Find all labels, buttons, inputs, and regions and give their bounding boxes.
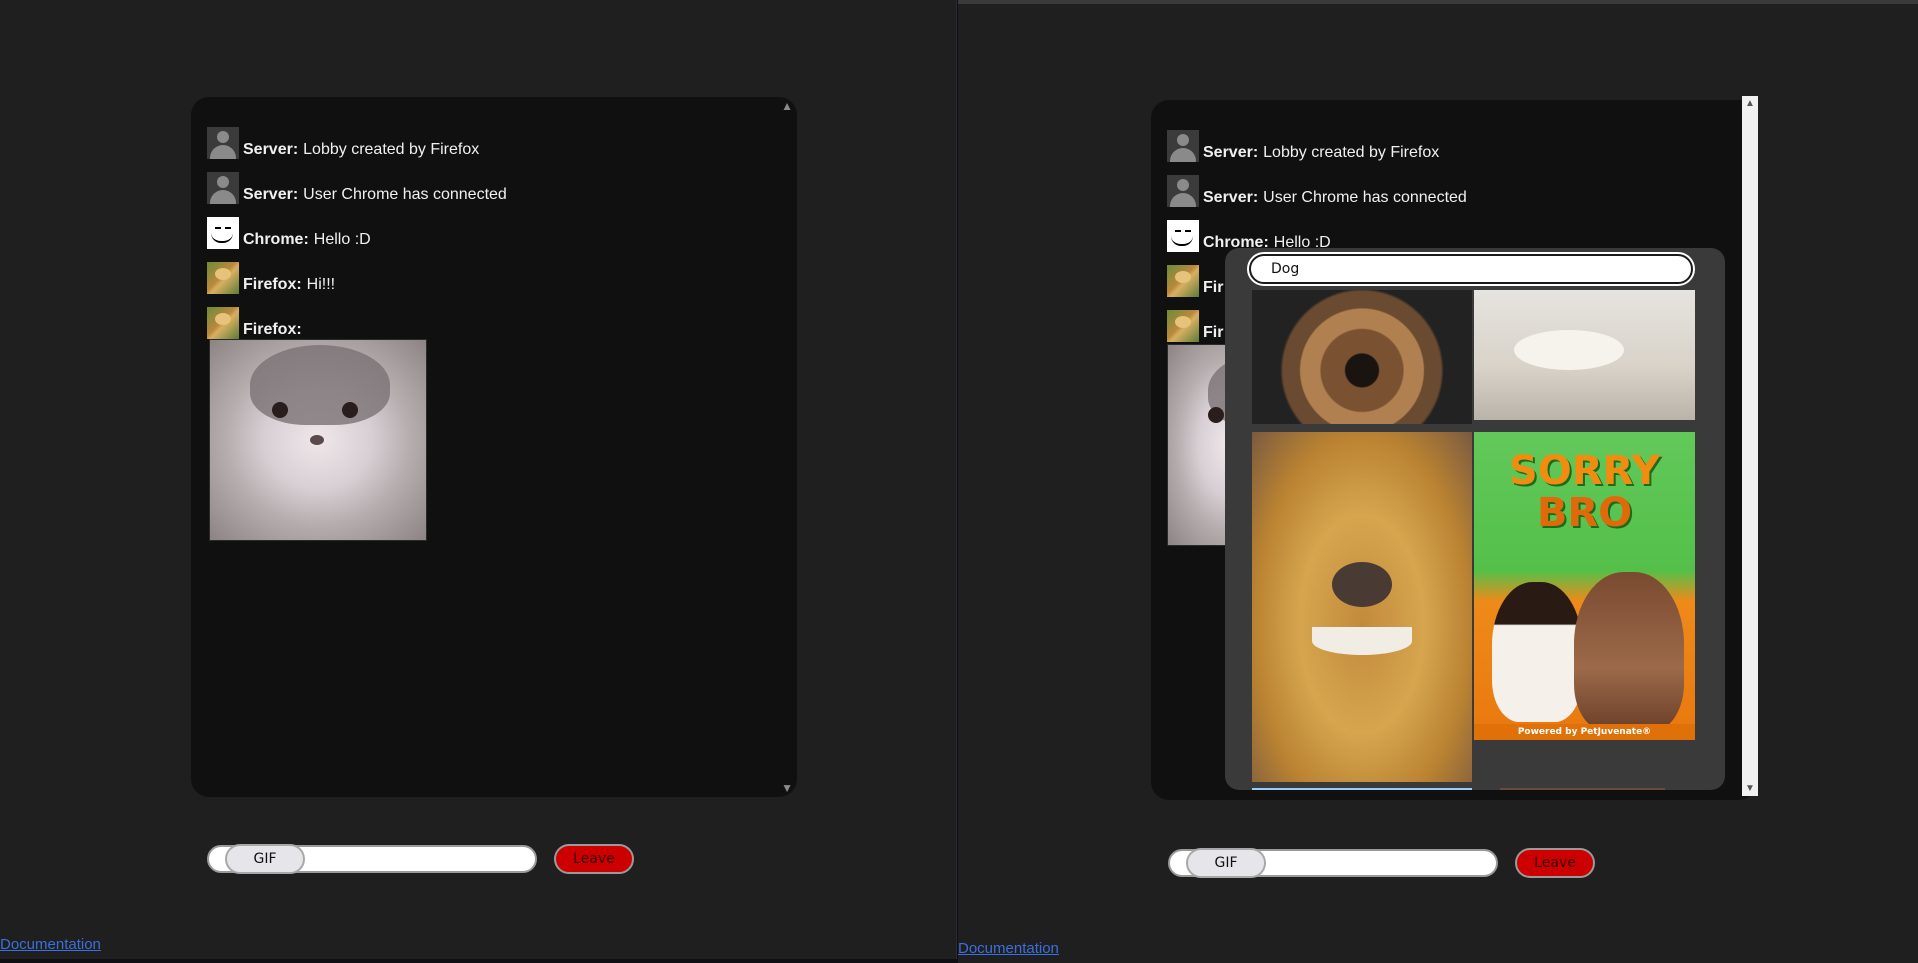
chat-message: Server: Lobby created by Firefox [207,125,479,159]
burger-avatar-icon [207,262,239,294]
server-avatar-icon [207,172,239,204]
chat-scrollbar[interactable]: ▲ ▼ [1742,96,1758,796]
gif-result-sorry-bro[interactable]: SORRY BRO Powered by PetJuvenate® [1474,432,1695,740]
message-sender: Fir [1203,279,1224,296]
message-bar: GIF Leave [207,844,634,874]
message-sender: Server: [243,186,299,203]
message-text: Hello :D [313,231,371,248]
gif-picker-panel: SORRY BRO Powered by PetJuvenate® [1225,248,1725,790]
gif-result-partial[interactable] [1500,788,1665,790]
gif-search-input[interactable] [1247,252,1695,286]
leave-button[interactable]: Leave [554,844,634,874]
message-bar: GIF Leave [1168,848,1595,878]
chat-message: Chrome: Hello :D [1167,218,1331,252]
chat-message: Server: User Chrome has connected [207,170,507,204]
burger-avatar-icon [1167,265,1199,297]
left-browser-window: ▲ ▼ Server: Lobby created by Firefox Ser… [0,0,957,959]
gif-button[interactable]: GIF [225,844,305,874]
message-text: Lobby created by Firefox [303,141,480,158]
gif-result-golden-retriever[interactable] [1252,432,1472,782]
gif-button[interactable]: GIF [1186,848,1266,878]
scroll-up-icon[interactable]: ▲ [1745,98,1755,109]
server-avatar-icon [207,127,239,159]
documentation-link[interactable]: Documentation [0,936,101,953]
message-sender: Chrome: [243,231,309,248]
smiley-avatar-icon [207,217,239,249]
gif-result-dog-fisheye[interactable] [1252,290,1472,424]
chat-log[interactable]: ▲ ▼ Server: Lobby created by Firefox Ser… [191,97,797,797]
chat-message: Chrome: Hello :D [207,215,371,249]
message-text: Lobby created by Firefox [1263,144,1440,161]
chat-message: Firefox: [207,305,307,339]
message-text: User Chrome has connected [1263,189,1467,206]
scroll-down-icon[interactable]: ▼ [781,781,793,795]
leave-button[interactable]: Leave [1515,848,1595,878]
bro-text: BRO [1536,490,1633,536]
chat-message: Fir [1167,263,1228,297]
scroll-down-icon[interactable]: ▼ [1745,783,1755,794]
message-sender: Firefox: [243,276,302,293]
message-sender: Firefox: [243,321,302,338]
chat-message: Server: Lobby created by Firefox [1167,128,1439,162]
sorry-text: SORRY [1508,448,1661,494]
cat-gif [209,339,427,541]
smiley-avatar-icon [1167,220,1199,252]
chat-message: Fir [1167,308,1228,342]
message-sender: Fir [1203,324,1224,341]
powered-by-caption: Powered by PetJuvenate® [1474,724,1695,740]
message-text: Hi!!! [306,276,336,293]
gif-result-partial[interactable] [1252,788,1472,790]
message-sender: Server: [1203,189,1259,206]
burger-avatar-icon [1167,310,1199,342]
message-text: User Chrome has connected [303,186,507,203]
server-avatar-icon [1167,175,1199,207]
chat-message: Firefox: Hi!!! [207,260,335,294]
message-sender: Server: [1203,144,1259,161]
documentation-link[interactable]: Documentation [958,940,1059,957]
burger-avatar-icon [207,307,239,339]
message-sender: Server: [243,141,299,158]
scroll-up-icon[interactable]: ▲ [781,99,793,113]
server-avatar-icon [1167,130,1199,162]
gif-result-white-dog[interactable] [1474,290,1695,420]
chat-message: Server: User Chrome has connected [1167,173,1467,207]
